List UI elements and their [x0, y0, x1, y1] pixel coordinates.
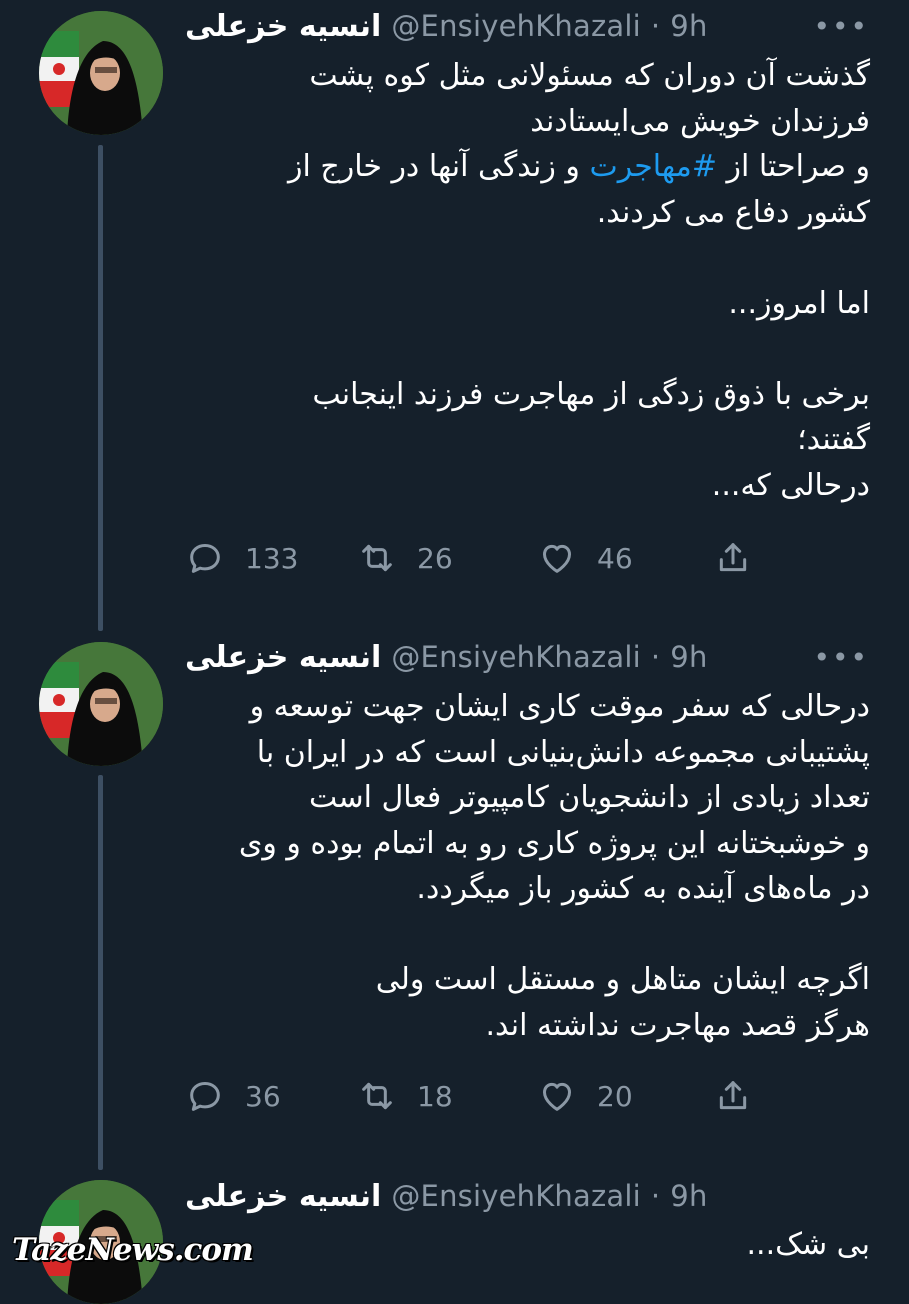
text-line: برخی با ذوق زدگی از مهاجرت فرزند اینجانب	[312, 376, 870, 412]
like-icon	[543, 1082, 571, 1111]
reply-button[interactable]: 36	[185, 1074, 281, 1118]
text-line	[185, 326, 870, 372]
avatar[interactable]	[39, 642, 163, 766]
text-span: و زندگی آنها در خارج از	[288, 149, 590, 184]
text-line	[185, 912, 870, 958]
tweet-2[interactable]: انسیه خزعلی @EnsiyehKhazali · 9h ••• درح…	[0, 640, 909, 1180]
author-name[interactable]: انسیه خزعلی	[185, 640, 381, 675]
text-line: فرزندان خویش می‌ایستادند	[530, 103, 870, 139]
reply-icon	[190, 544, 220, 573]
retweet-icon	[362, 544, 392, 572]
tweet-1[interactable]: انسیه خزعلی @EnsiyehKhazali · 9h ••• گذش…	[0, 0, 909, 640]
tweet-header: انسیه خزعلی @EnsiyehKhazali · 9h •••	[185, 635, 869, 679]
author-name[interactable]: انسیه خزعلی	[185, 1179, 381, 1214]
share-button[interactable]	[713, 1074, 753, 1118]
text-line: و خوشبختانه این پروژه کاری رو به اتمام ب…	[238, 825, 870, 861]
like-icon	[543, 544, 571, 573]
retweet-button[interactable]: 26	[357, 536, 453, 580]
text-line	[185, 235, 870, 281]
text-line: اگرچه ایشان متاهل و مستقل است ولی	[375, 962, 870, 997]
share-icon	[719, 543, 747, 572]
like-button[interactable]: 20	[537, 1074, 633, 1118]
tweet-header: انسیه خزعلی @EnsiyehKhazali · 9h •••	[185, 4, 869, 48]
reply-button[interactable]: 133	[185, 536, 298, 580]
text-line: پشتیبانی مجموعه دانش‌بنیانی است که در ای…	[256, 734, 870, 770]
text-span: و صراحتا از	[716, 149, 871, 184]
like-count: 46	[597, 541, 633, 575]
retweet-count: 26	[417, 541, 453, 575]
author-handle[interactable]: @EnsiyehKhazali	[391, 1179, 641, 1213]
like-count: 20	[597, 1079, 633, 1113]
tweet-text: درحالی که سفر موقت کاری ایشان جهت توسعه …	[185, 684, 870, 1048]
hashtag-link[interactable]: #مهاجرت	[589, 149, 717, 184]
text-line: گذشت آن دوران که مسئولانی مثل کوه پشت	[309, 58, 870, 93]
text-line: در ماه‌های آینده به کشور باز میگردد.	[416, 871, 870, 906]
author-handle[interactable]: @EnsiyehKhazali	[391, 640, 641, 674]
tweet-actions: 36 18 20	[185, 1074, 755, 1118]
share-button[interactable]	[713, 536, 753, 580]
retweet-icon	[362, 1082, 392, 1110]
text-line: هرگز قصد مهاجرت نداشته اند.	[485, 1007, 870, 1043]
separator-dot: ·	[650, 9, 661, 43]
tweet-text: گذشت آن دوران که مسئولانی مثل کوه پشت فر…	[185, 53, 870, 508]
timestamp[interactable]: 9h	[670, 9, 707, 43]
reply-icon	[190, 1082, 220, 1111]
share-icon	[719, 1081, 747, 1110]
like-button[interactable]: 46	[537, 536, 633, 580]
text-line: کشور دفاع می کردند.	[596, 194, 870, 230]
text-line: درحالی که...	[711, 467, 870, 503]
separator-dot: ·	[650, 640, 661, 674]
avatar[interactable]	[39, 11, 163, 135]
author-name[interactable]: انسیه خزعلی	[185, 9, 381, 44]
text-line: تعداد زیادی از دانشجویان کامپیوتر فعال ا…	[309, 780, 870, 815]
text-line: درحالی که سفر موقت کاری ایشان جهت توسعه …	[249, 689, 870, 724]
watermark-logo: TazeNews.com	[12, 1232, 254, 1268]
text-line: گفتند؛	[797, 422, 870, 457]
text-line: و صراحتا از #مهاجرت و زندگی آنها در خارج…	[185, 144, 870, 190]
timestamp[interactable]: 9h	[670, 1179, 707, 1213]
separator-dot: ·	[650, 1179, 661, 1213]
retweet-button[interactable]: 18	[357, 1074, 453, 1118]
reply-count: 36	[245, 1079, 281, 1113]
timestamp[interactable]: 9h	[670, 640, 707, 674]
reply-count: 133	[245, 541, 299, 575]
more-icon[interactable]: •••	[813, 641, 869, 674]
tweet-text: بی شک...	[185, 1222, 871, 1268]
author-handle[interactable]: @EnsiyehKhazali	[391, 9, 641, 43]
retweet-count: 18	[417, 1079, 453, 1113]
tweet-header: انسیه خزعلی @EnsiyehKhazali · 9h	[185, 1174, 869, 1218]
more-icon[interactable]: •••	[813, 10, 869, 43]
text-line: اما امروز...	[728, 285, 870, 321]
tweet-actions: 133 26 46	[185, 536, 755, 580]
text-line: بی شک...	[746, 1227, 871, 1262]
